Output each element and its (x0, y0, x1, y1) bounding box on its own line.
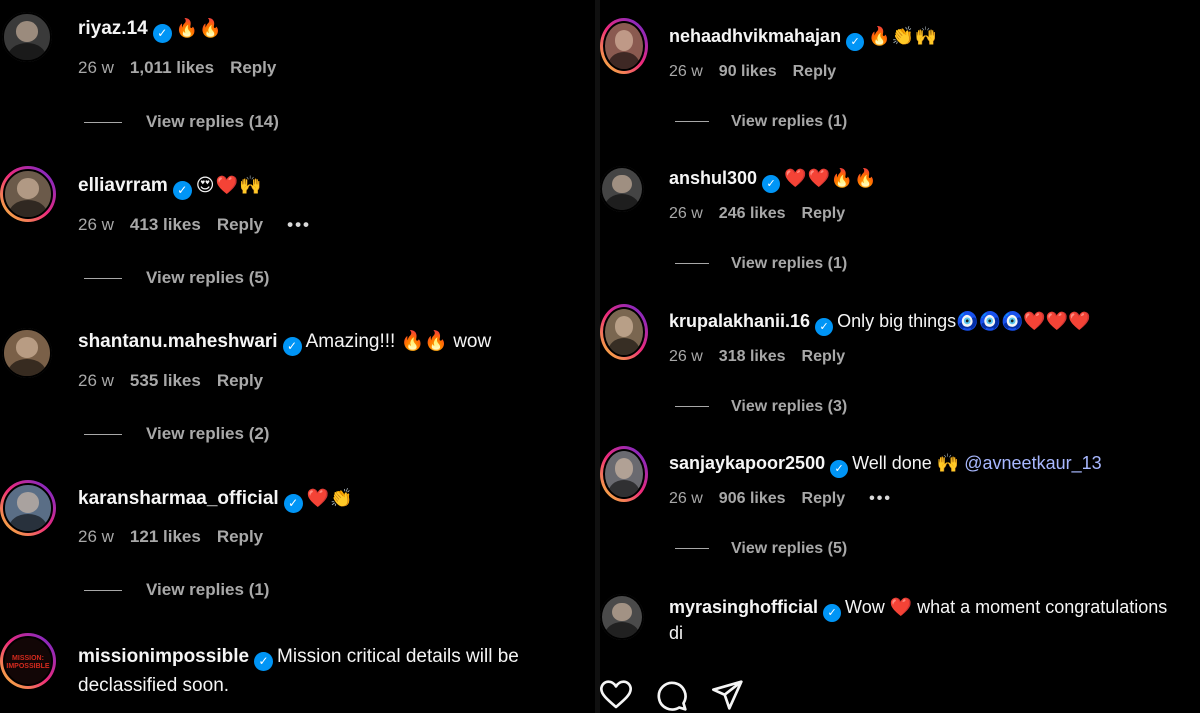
verified-badge-icon: ✓ (282, 337, 302, 356)
comment-username[interactable]: shantanu.maheshwari (78, 331, 278, 352)
reply-button[interactable]: Reply (217, 215, 263, 234)
comment-likes[interactable]: 535 likes (130, 371, 201, 390)
verified-badge-icon: ✓ (846, 33, 865, 51)
divider (84, 278, 122, 280)
divider (675, 263, 709, 265)
avatar-logo-text: MISSION: IMPOSSIBLE (6, 655, 50, 671)
avatar[interactable] (2, 328, 52, 378)
comment-time: 26 w (78, 58, 114, 77)
comment-username[interactable]: anshul300 (669, 168, 757, 188)
avatar[interactable] (2, 12, 52, 62)
avatar[interactable] (600, 18, 648, 74)
reply-button[interactable]: Reply (802, 348, 846, 365)
reply-button[interactable]: Reply (217, 371, 263, 390)
view-replies-button[interactable]: View replies (14) (84, 111, 279, 133)
comment-text: Wow ❤️ what a moment congratulations (845, 597, 1168, 617)
comment-likes[interactable]: 121 likes (130, 527, 201, 546)
divider (84, 122, 122, 124)
comment-time: 26 w (78, 527, 114, 546)
comment-text: 🔥👏🙌 (868, 26, 939, 46)
view-replies-label: View replies (5) (146, 268, 270, 287)
comment-likes[interactable]: 906 likes (719, 490, 786, 507)
avatar[interactable] (600, 446, 648, 502)
divider (675, 406, 709, 408)
reply-button[interactable]: Reply (802, 490, 846, 507)
reply-button[interactable]: Reply (802, 205, 846, 222)
comment-text: 🔥🔥 (175, 18, 223, 38)
more-options-icon[interactable]: ••• (869, 490, 892, 507)
comment-username[interactable]: krupalakhanii.16 (669, 311, 810, 331)
comment-likes[interactable]: 90 likes (719, 63, 777, 80)
comment-likes[interactable]: 1,011 likes (130, 58, 214, 77)
reply-button[interactable]: Reply (793, 63, 837, 80)
avatar[interactable] (600, 304, 648, 360)
send-icon[interactable] (712, 680, 744, 710)
more-options-icon[interactable]: ••• (287, 215, 311, 234)
view-replies-button[interactable]: View replies (1) (675, 111, 847, 133)
reply-button[interactable]: Reply (230, 58, 276, 77)
verified-badge-icon: ✓ (254, 652, 274, 671)
comment-time: 26 w (669, 63, 703, 80)
view-replies-label: View replies (14) (146, 112, 279, 131)
view-replies-label: View replies (1) (731, 255, 848, 272)
view-replies-button[interactable]: View replies (2) (84, 423, 269, 445)
avatar[interactable] (600, 166, 644, 212)
divider (84, 590, 122, 592)
verified-badge-icon: ✓ (152, 24, 172, 43)
comment-username[interactable]: myrasinghofficial (669, 597, 818, 617)
view-replies-label: View replies (5) (731, 540, 848, 557)
verified-badge-icon: ✓ (815, 318, 834, 336)
comment-time: 26 w (78, 215, 114, 234)
verified-badge-icon: ✓ (172, 181, 192, 200)
comment-text: Well done 🙌 (852, 453, 960, 473)
comment-time: 26 w (78, 371, 114, 390)
avatar[interactable] (600, 594, 644, 640)
view-replies-label: View replies (1) (146, 580, 270, 599)
view-replies-label: View replies (2) (146, 424, 270, 443)
view-replies-label: View replies (3) (731, 398, 848, 415)
comment-likes[interactable]: 318 likes (719, 348, 786, 365)
divider (675, 548, 709, 550)
avatar[interactable]: MISSION: IMPOSSIBLE (0, 633, 56, 689)
verified-badge-icon: ✓ (283, 494, 303, 513)
avatar[interactable] (0, 166, 56, 222)
verified-badge-icon: ✓ (823, 604, 842, 622)
view-replies-button[interactable]: View replies (5) (84, 267, 269, 289)
comment-likes[interactable]: 413 likes (130, 215, 201, 234)
comment-text: Amazing!!! 🔥🔥 wow (305, 331, 492, 352)
comment-username[interactable]: nehaadhvikmahajan (669, 26, 841, 46)
comment-text: ❤️❤️🔥🔥 (784, 168, 878, 188)
comment-username[interactable]: missionimpossible (78, 646, 249, 667)
comment-time: 26 w (669, 205, 703, 222)
comment-text: ❤️👏 (306, 488, 354, 508)
post-action-bar (600, 658, 1200, 713)
view-replies-button[interactable]: View replies (5) (675, 538, 847, 560)
divider (675, 121, 709, 123)
comment-time: 26 w (669, 490, 703, 507)
avatar[interactable] (0, 480, 56, 536)
comment-text: 😍❤️🙌 (195, 175, 263, 195)
mention-link[interactable]: @avneetkaur_13 (964, 453, 1101, 473)
view-replies-button[interactable]: View replies (1) (675, 253, 847, 275)
comment-username[interactable]: elliavrram (78, 175, 168, 196)
verified-badge-icon: ✓ (762, 175, 781, 193)
comment-username[interactable]: riyaz.14 (78, 18, 148, 39)
right-comments-panel: nehaadhvikmahajan ✓ 🔥👏🙌 26 w 90 likes Reply … (600, 0, 1200, 713)
comment-text-continued: di (669, 623, 684, 643)
view-replies-button[interactable]: View replies (1) (84, 579, 269, 601)
comment-username[interactable]: karansharmaa_official (78, 488, 279, 509)
comment-text: Only big things🧿🧿🧿❤️❤️❤️ (837, 311, 1091, 331)
comment-likes[interactable]: 246 likes (719, 205, 786, 222)
divider (84, 434, 122, 436)
comment-time: 26 w (669, 348, 703, 365)
left-comments-panel: riyaz.14 ✓ 🔥🔥 26 w 1,011 likes Reply View re… (0, 0, 595, 713)
heart-icon[interactable] (600, 680, 632, 710)
comment-username[interactable]: sanjaykapoor2500 (669, 453, 825, 473)
reply-button[interactable]: Reply (217, 527, 263, 546)
comment-icon[interactable] (656, 680, 688, 712)
view-replies-button[interactable]: View replies (3) (675, 396, 847, 418)
view-replies-label: View replies (1) (731, 113, 848, 130)
verified-badge-icon: ✓ (830, 460, 849, 478)
